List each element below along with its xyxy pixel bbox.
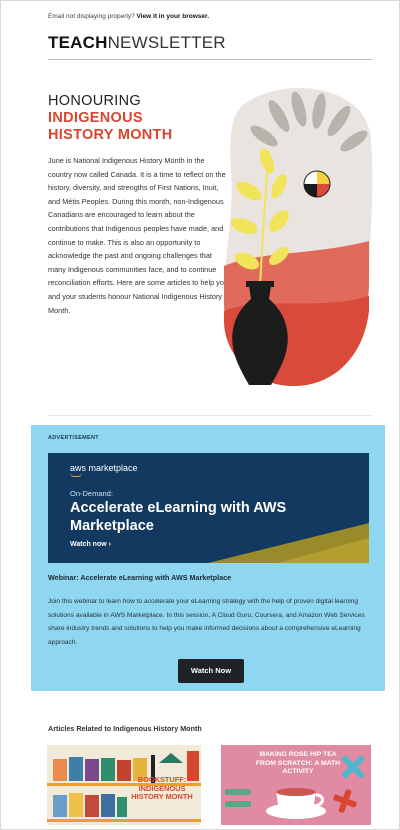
- aws-marketplace-logo: aws marketplace: [70, 463, 138, 477]
- related-articles-title: Articles Related to Indigenous History M…: [48, 724, 202, 733]
- vase-illustration: [224, 88, 373, 386]
- section-divider: [48, 415, 372, 416]
- card-caption-bookstuff: BOOKSTUFF: INDIGENOUS HISTORY MONTH: [131, 775, 193, 801]
- brand-strong: TEACH: [48, 33, 108, 52]
- hero-title: HONOURING INDIGENOUS HISTORY MONTH: [48, 93, 218, 144]
- ad-label: ADVERTISEMENT: [48, 435, 99, 441]
- header-divider: [48, 59, 372, 60]
- hero-title-line3: HISTORY MONTH: [48, 127, 173, 143]
- webinar-heading[interactable]: Webinar: Accelerate eLearning with AWS M…: [48, 573, 231, 582]
- hero-body: June is National Indigenous History Mont…: [48, 156, 228, 315]
- brand-light: NEWSLETTER: [107, 33, 226, 52]
- aws-banner[interactable]: aws marketplace On-Demand: Accelerate eL…: [48, 453, 369, 563]
- preheader: Email not displaying properly? View it i…: [48, 13, 209, 20]
- banner-eyebrow: On-Demand:: [70, 489, 113, 498]
- preheader-text: Email not displaying properly?: [48, 13, 135, 20]
- view-in-browser-link[interactable]: View it in your browser.: [137, 13, 209, 20]
- card-caption-rose-hip: MAKING ROSE HIP TEA FROM SCRATCH: A MATH…: [255, 751, 341, 776]
- article-card-rose-hip-tea[interactable]: MAKING ROSE HIP TEA FROM SCRATCH: A MATH…: [221, 745, 371, 825]
- advertisement-block: ADVERTISEMENT aws marketplace On-Demand:…: [31, 425, 385, 691]
- watch-now-button[interactable]: Watch Now: [178, 659, 244, 683]
- banner-title: Accelerate eLearning with AWS Marketplac…: [70, 500, 287, 534]
- banner-watch-link[interactable]: Watch now ›: [70, 541, 111, 548]
- article-card-bookstuff[interactable]: BOOKSTUFF: INDIGENOUS HISTORY MONTH: [47, 745, 201, 825]
- aws-logo-text: aws marketplace: [70, 463, 138, 473]
- email-newsletter: Email not displaying properly? View it i…: [0, 0, 400, 830]
- newsletter-logo: TEACHNEWSLETTER: [48, 33, 226, 53]
- webinar-description: Join this webinar to learn how to accele…: [48, 598, 365, 646]
- hero-title-line2: INDIGENOUS: [48, 110, 143, 126]
- hero-title-line1: HONOURING: [48, 93, 141, 109]
